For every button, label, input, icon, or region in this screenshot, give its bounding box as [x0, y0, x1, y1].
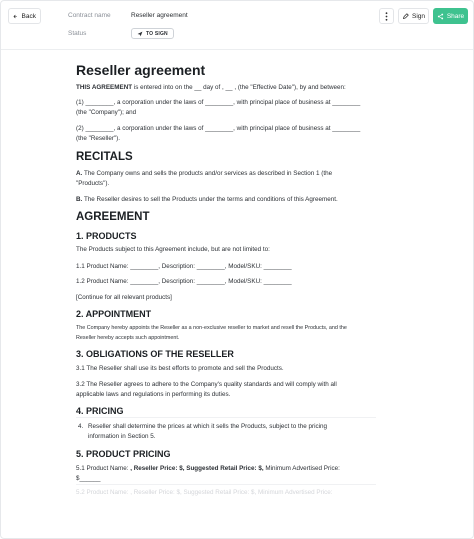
section4-heading: 4. PRICING — [76, 406, 124, 416]
header-divider — [1, 49, 473, 50]
party2-line2: (the "Reseller"). — [76, 135, 121, 142]
back-button[interactable]: Back — [8, 8, 41, 24]
intro-bold: THIS AGREEMENT — [76, 84, 133, 91]
section-divider-2 — [76, 484, 376, 485]
sign-label: Sign — [411, 12, 425, 20]
back-label: Back — [21, 12, 36, 20]
section1-continue: [Continue for all relevant products] — [76, 294, 172, 301]
section1-heading: 1. PRODUCTS — [76, 231, 137, 241]
share-button[interactable]: Share — [433, 8, 468, 24]
recital-a-text: The Company owns and sells the products … — [82, 170, 333, 177]
status-badge[interactable]: TO SIGN — [131, 28, 174, 39]
contract-name-label: Contract name — [68, 12, 111, 19]
section5-item1-line2: $______ — [76, 475, 101, 482]
document-title: Reseller agreement — [76, 62, 206, 78]
recital-b-text: The Reseller desires to sell the Product… — [82, 196, 338, 203]
recital-a-line2: "Products"). — [76, 180, 110, 187]
intro-text: is entered into on the __ day of , __ , … — [132, 84, 346, 91]
section3-item1: 3.1 The Reseller shall use its best effo… — [76, 365, 284, 372]
section-divider — [76, 417, 376, 418]
section4-list-number: 4. — [78, 423, 84, 430]
section5-item1-prices: , Reseller Price: $, Suggested Retail Pr… — [130, 465, 264, 472]
section2-heading: 2. APPOINTMENT — [76, 309, 152, 319]
share-icon — [437, 13, 443, 19]
section5-item2-faded: 5.2 Product Name: , Reseller Price: $, S… — [76, 489, 333, 496]
pen-icon — [403, 12, 409, 19]
section5-item1-label: 5.1 Product Name: — [76, 465, 131, 472]
section5-heading: 5. PRODUCT PRICING — [76, 449, 171, 459]
section1-intro: The Products subject to this Agreement i… — [76, 246, 270, 253]
section5-item1: 5.1 Product Name: , Reseller Price: $, S… — [76, 463, 340, 475]
more-options-button[interactable] — [379, 8, 394, 24]
section5-item1-map: Minimum Advertised Price: — [263, 465, 340, 472]
section4-line2: information in Section 5. — [88, 433, 156, 440]
contract-name-value[interactable]: Reseller agreement — [131, 12, 188, 19]
section3-heading: 3. OBLIGATIONS OF THE RESELLER — [76, 349, 234, 359]
status-value: TO SIGN — [146, 30, 168, 37]
intro-paragraph: THIS AGREEMENT is entered into on the __… — [76, 82, 346, 94]
vertical-dots-icon — [385, 11, 388, 21]
section2-line2: Reseller hereby accepts such appointment… — [76, 335, 180, 341]
section1-item2: 1.2 Product Name: ________, Description:… — [76, 278, 292, 285]
recital-a-line1: A. The Company owns and sells the produc… — [76, 168, 332, 180]
recital-b: B. The Reseller desires to sell the Prod… — [76, 194, 338, 206]
contract-header: Back Contract name Reseller agreement St… — [1, 1, 473, 51]
recitals-heading: RECITALS — [76, 151, 133, 163]
section3-item2-line2: applicable laws and regulations in perfo… — [76, 391, 231, 398]
agreement-heading: AGREEMENT — [76, 211, 150, 223]
app-window: Back Contract name Reseller agreement St… — [0, 0, 474, 539]
send-icon — [137, 31, 143, 36]
arrow-left-icon — [13, 14, 17, 18]
section1-item1: 1.1 Product Name: ________, Description:… — [76, 263, 292, 270]
party1-line2: (the "Company"); and — [76, 109, 137, 116]
sign-button[interactable]: Sign — [398, 8, 429, 24]
status-label: Status — [68, 30, 87, 37]
share-label: Share — [446, 12, 465, 20]
